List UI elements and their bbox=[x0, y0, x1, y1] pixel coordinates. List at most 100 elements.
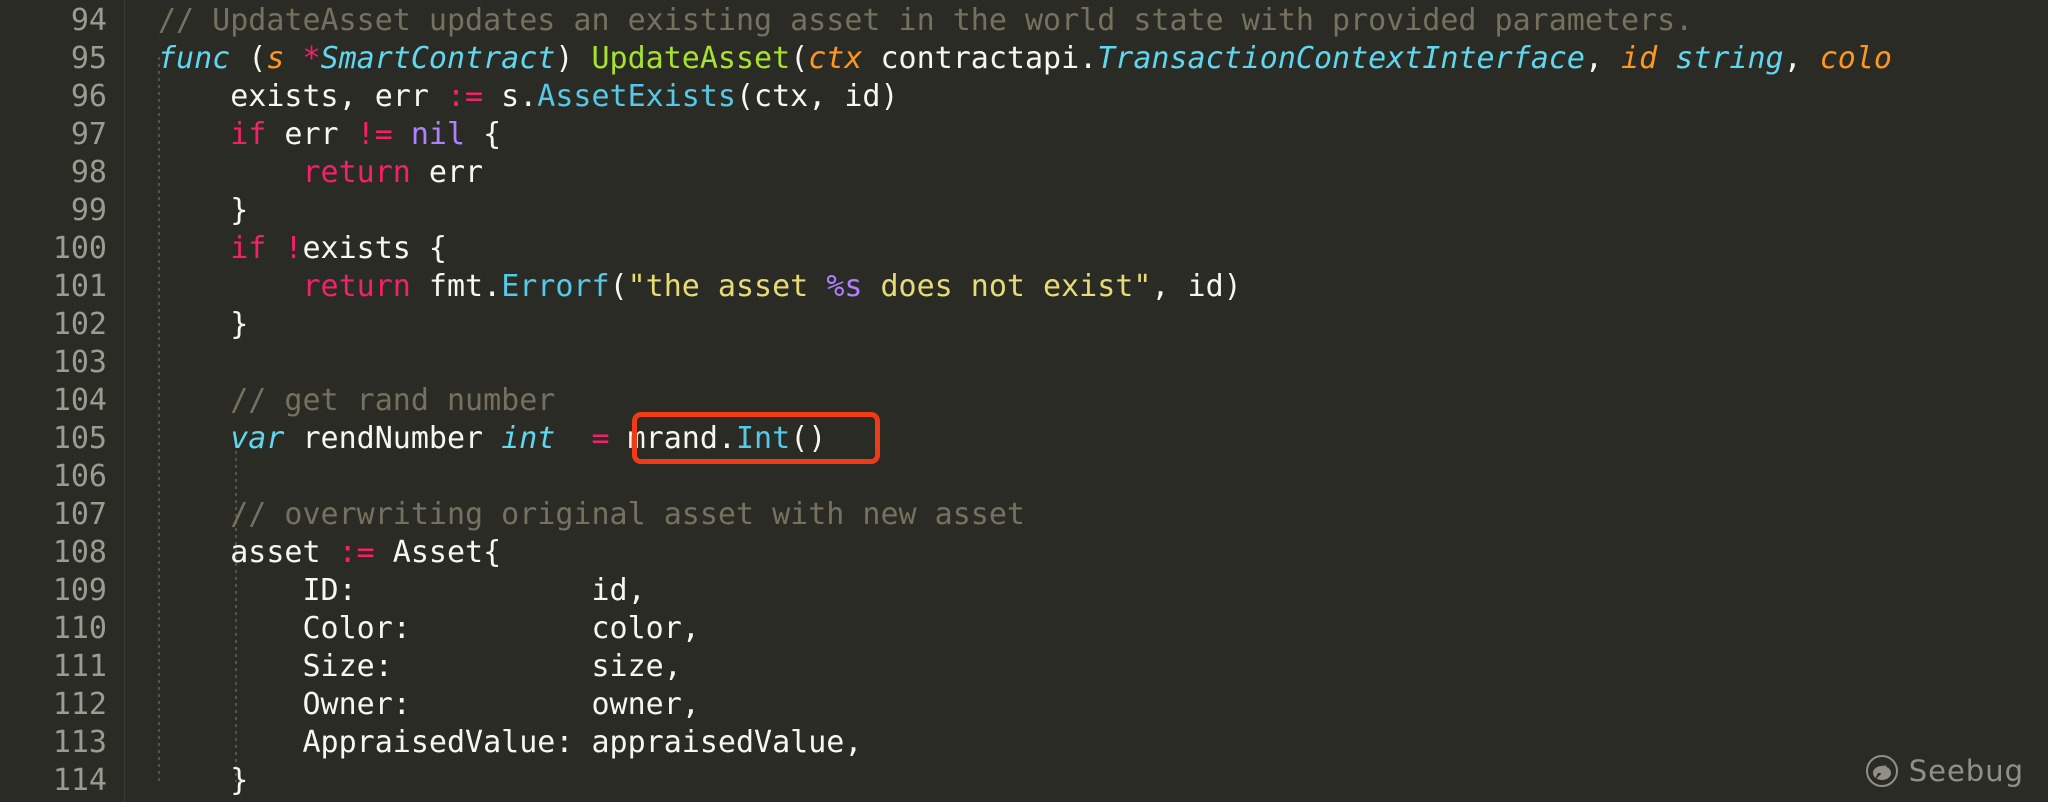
code-token: ( bbox=[790, 41, 809, 76]
code-token: ctx bbox=[808, 41, 863, 76]
code-token: int bbox=[501, 421, 556, 456]
code-token: contractapi. bbox=[862, 41, 1098, 76]
line-number: 101 bbox=[52, 269, 107, 304]
code-token: Asset{ bbox=[374, 535, 502, 570]
code-token: string bbox=[1675, 41, 1784, 76]
code-token: exists { bbox=[302, 231, 448, 266]
code-token: := bbox=[446, 79, 484, 114]
code-line[interactable]: } bbox=[158, 762, 248, 800]
code-token: if bbox=[230, 117, 267, 152]
line-number: 106 bbox=[52, 459, 107, 494]
code-token: Color: color, bbox=[158, 611, 700, 646]
line-number: 99 bbox=[70, 193, 107, 228]
code-line[interactable]: AppraisedValue: appraisedValue, bbox=[158, 724, 862, 762]
code-token: if bbox=[230, 231, 267, 266]
code-line[interactable]: exists, err := s.AssetExists(ctx, id) bbox=[158, 78, 899, 116]
code-token: (ctx, id) bbox=[735, 79, 899, 114]
code-token: } bbox=[158, 307, 249, 342]
code-token: // get rand number bbox=[230, 383, 556, 418]
code-token: != bbox=[356, 117, 393, 152]
code-token: TransactionContextInterface bbox=[1097, 41, 1585, 76]
code-token: UpdateAsset bbox=[591, 41, 791, 76]
line-number: 103 bbox=[52, 345, 107, 380]
line-number: 97 bbox=[70, 117, 107, 152]
code-line[interactable]: var rendNumber int = mrand.Int() bbox=[158, 420, 826, 458]
code-token: func bbox=[158, 41, 231, 76]
code-line[interactable]: if !exists { bbox=[158, 230, 447, 268]
code-token: Size: size, bbox=[158, 649, 682, 684]
code-line[interactable]: } bbox=[158, 192, 248, 230]
line-number: 108 bbox=[52, 535, 107, 570]
line-number: 96 bbox=[70, 79, 107, 114]
code-token: nil bbox=[410, 117, 466, 152]
code-token: err bbox=[410, 155, 484, 190]
code-token: := bbox=[338, 535, 375, 570]
code-token: , bbox=[1584, 41, 1622, 76]
code-token: %s bbox=[826, 269, 863, 304]
code-token: * bbox=[302, 41, 321, 76]
code-token: AssetExists bbox=[537, 79, 736, 114]
bug-circle-icon bbox=[1865, 754, 1899, 788]
code-token: fmt. bbox=[410, 269, 502, 304]
code-token: } bbox=[158, 193, 249, 228]
code-line[interactable]: func (s *SmartContract) UpdateAsset(ctx … bbox=[158, 40, 1892, 78]
line-number: 104 bbox=[52, 383, 107, 418]
code-line[interactable]: // UpdateAsset updates an existing asset… bbox=[158, 2, 1693, 40]
code-token: colo bbox=[1819, 41, 1892, 76]
code-token: // UpdateAsset updates an existing asset… bbox=[158, 3, 1694, 38]
code-token: ! bbox=[284, 231, 303, 266]
code-viewer: 94 95 96 97 98 99 100 101 102 103 104 105 106 107 108 1… bbox=[0, 0, 2048, 802]
code-line[interactable]: if err != nil { bbox=[158, 116, 501, 154]
line-number-gutter: 94 95 96 97 98 99 100 101 102 103 104 105 106 107 108 1… bbox=[0, 0, 125, 802]
code-token: asset bbox=[158, 535, 339, 570]
code-token: does not exist" bbox=[862, 269, 1152, 304]
line-number: 105 bbox=[52, 421, 107, 456]
code-token: ) bbox=[555, 41, 592, 76]
code-line[interactable]: asset := Asset{ bbox=[158, 534, 501, 572]
code-line[interactable]: return err bbox=[158, 154, 484, 192]
line-number: 111 bbox=[52, 649, 107, 684]
code-token: , id) bbox=[1151, 269, 1242, 304]
code-token: Errorf bbox=[501, 269, 610, 304]
code-token: , bbox=[1783, 41, 1820, 76]
code-token: s bbox=[266, 41, 285, 76]
code-line[interactable]: ID: id, bbox=[158, 572, 646, 610]
code-content-area[interactable]: // UpdateAsset updates an existing asset… bbox=[125, 0, 2048, 802]
line-number: 102 bbox=[52, 307, 107, 342]
code-line[interactable]: Size: size, bbox=[158, 648, 682, 686]
code-line[interactable]: Color: color, bbox=[158, 610, 700, 648]
code-line[interactable]: return fmt.Errorf("the asset %s does not… bbox=[158, 268, 1242, 306]
code-token: exists, err bbox=[158, 79, 447, 114]
code-token: SmartContract bbox=[320, 41, 556, 76]
code-token: return bbox=[302, 269, 411, 304]
code-line[interactable]: Owner: owner, bbox=[158, 686, 700, 724]
line-number: 109 bbox=[52, 573, 107, 608]
code-token: "the asset bbox=[627, 269, 827, 304]
code-token: s. bbox=[483, 79, 538, 114]
code-token: } bbox=[158, 763, 249, 798]
code-token: Owner: owner, bbox=[158, 687, 700, 722]
line-number: 110 bbox=[52, 611, 107, 646]
line-number: 94 bbox=[70, 3, 107, 38]
code-line[interactable]: } bbox=[158, 306, 248, 344]
code-token: ( bbox=[230, 41, 267, 76]
code-token: ID: id, bbox=[158, 573, 646, 608]
code-token: err bbox=[266, 117, 357, 152]
code-token: Int bbox=[736, 421, 791, 456]
code-line[interactable]: // overwriting original asset with new a… bbox=[158, 496, 1025, 534]
code-line[interactable]: // get rand number bbox=[158, 382, 555, 420]
line-number: 98 bbox=[70, 155, 107, 190]
code-token: () bbox=[790, 421, 827, 456]
code-token: id bbox=[1621, 41, 1658, 76]
code-token: mrand. bbox=[609, 421, 736, 456]
line-number: 95 bbox=[70, 41, 107, 76]
